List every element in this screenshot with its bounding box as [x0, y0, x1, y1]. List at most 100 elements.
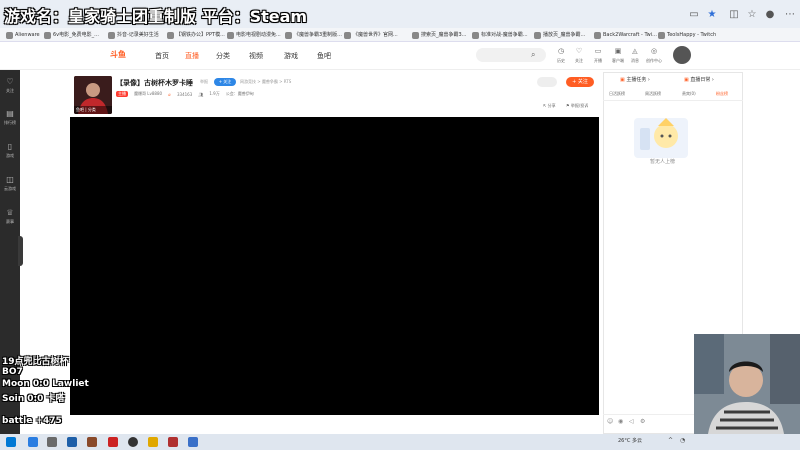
bookmark[interactable]: 搜索页_魔兽争霸3... [412, 29, 466, 41]
bookmark-icon [344, 31, 351, 39]
bookmark[interactable]: Alienware [6, 29, 40, 41]
bookmark[interactable]: 播放页_魔兽争霸... [534, 29, 585, 41]
bookmark[interactable]: 【钢铁办公】PPT模... [167, 29, 225, 41]
windows-start-icon[interactable] [6, 437, 16, 447]
tab-fans[interactable]: 粉丝榜 [716, 91, 728, 97]
bookmark[interactable]: 6v电影_免费电影_... [44, 29, 99, 41]
obs-taskbar-icon[interactable] [128, 437, 138, 447]
user-avatar[interactable] [673, 46, 691, 64]
folder-taskbar-icon[interactable] [148, 437, 158, 447]
sidebar-collapse-handle[interactable] [18, 236, 23, 266]
mouse-icon: ▯ [7, 142, 13, 151]
screen: ▭ ★ ◫ ☆ ● ⋯ 游戏名：皇家骑士团重制版 平台：Steam Alienw… [0, 0, 800, 450]
chat-taskbar-icon[interactable] [188, 437, 198, 447]
fire-icon: 🔥︎ [168, 91, 171, 97]
tray-chevron-icon[interactable]: ^ [668, 437, 673, 444]
gift-icon[interactable]: ▣ [611, 47, 625, 55]
tab-strip-icon[interactable]: ▭ [688, 9, 700, 21]
douyu-logo[interactable]: 斗鱼 [100, 47, 136, 63]
daily-live-tab[interactable]: ▣ 直播日常 › [684, 76, 714, 83]
media-taskbar-icon[interactable] [168, 437, 178, 447]
history-icon[interactable]: ◷ [554, 47, 568, 55]
bookmark[interactable]: Back2Warcraft - Twi... [594, 29, 657, 41]
theme-toggle[interactable] [537, 77, 557, 87]
game-taskbar-icon[interactable] [87, 437, 97, 447]
search-icon[interactable]: ⌕ [531, 50, 535, 60]
sidebar-item-cloud-games[interactable]: ◫ 云游戏 [0, 175, 20, 192]
people-icon: 👥︎ [198, 91, 204, 97]
tab-weekly-active[interactable]: 周活跃榜 [645, 91, 661, 97]
report-link[interactable]: 举报 [200, 79, 208, 85]
room-category[interactable]: 网游竞技 > 魔兽争霸 > RTS [240, 79, 291, 85]
sidebar-item-follow[interactable]: ♡ 关注 [0, 77, 20, 94]
bookmark-icon [167, 31, 174, 39]
video-player[interactable] [70, 117, 599, 415]
sidebar-item-games[interactable]: ▯ 游戏 [0, 142, 20, 159]
follow-icon[interactable]: ♡ [572, 47, 586, 55]
follower-count: 1.9万 [209, 91, 220, 96]
star-icon[interactable]: ★ [706, 9, 718, 21]
bulb-icon[interactable]: ◎ [647, 47, 661, 55]
settings-icon[interactable]: ⚙ [640, 418, 645, 425]
share-button[interactable]: ⇱ 分享 [543, 103, 556, 109]
bookmark-icon [412, 31, 419, 39]
profile-icon[interactable]: ● [764, 9, 776, 21]
anchor-avatar[interactable]: 鱼吧 | 分类 [74, 76, 112, 114]
fan-badge-icon[interactable]: ◉ [618, 418, 623, 425]
tab-vip[interactable]: 贵宾(0) [682, 91, 696, 97]
tab-daily-active[interactable]: 日活跃榜 [609, 91, 625, 97]
nav-home[interactable]: 首页 [155, 51, 169, 61]
network-icon[interactable]: ◔ [680, 437, 685, 444]
overlay-line: Soin 0:0 卡嗒 [2, 394, 65, 404]
nav-category[interactable]: 分类 [216, 51, 230, 61]
bookmark-icon [285, 31, 292, 39]
sidebar-item-rank[interactable]: ▤ 排行榜 [0, 109, 20, 126]
app-taskbar-icon[interactable] [108, 437, 118, 447]
bookmark[interactable]: 电影电视剧动漫免... [227, 29, 281, 41]
bookmark-icon [534, 31, 541, 39]
trophy-icon: ♕ [6, 208, 14, 217]
anchor-task-tab[interactable]: ▣ 主播任务 › [620, 76, 650, 83]
nav-video[interactable]: 视频 [249, 51, 263, 61]
header-label: 历史 [557, 58, 565, 63]
weather-widget[interactable]: 26°C 多云 [618, 437, 642, 444]
overlay-line: BO7 [2, 367, 23, 377]
bookmark[interactable]: 《魔兽争霸3重制版... [285, 29, 342, 41]
rank-icon: ▤ [6, 109, 14, 118]
header-label: 消息 [631, 58, 639, 63]
bell-icon[interactable]: ◬ [628, 47, 642, 55]
split-screen-icon[interactable]: ◫ [728, 9, 740, 21]
nav-live[interactable]: 直播 [185, 51, 199, 61]
edge-taskbar-icon[interactable] [28, 437, 38, 447]
task-view-icon[interactable] [47, 437, 57, 447]
anchor-name[interactable]: 魔爆哥 Lv8880 [134, 91, 162, 97]
nav-fishbar[interactable]: 鱼吧 [317, 51, 331, 61]
task-icon: ▣ [620, 77, 625, 83]
overlay-line: Moon 0:0 Lawliet [2, 379, 89, 389]
favorites-icon[interactable]: ☆ [746, 9, 758, 21]
report-button[interactable]: ⚑ 举报/投诉 [566, 103, 588, 109]
emoji-icon[interactable]: ☺ [607, 418, 613, 425]
bookmark[interactable]: 标准对战-魔兽争霸... [472, 29, 528, 41]
bookmark-icon [594, 31, 601, 39]
overlay-line: 19点兜比古树杯 [2, 357, 69, 367]
facecam-image [694, 334, 800, 434]
room-title: 【录像】古树杯木罗卡睡 [116, 79, 193, 87]
bookmark[interactable]: TeoIsHappy - Twitch [658, 29, 716, 41]
browser-taskbar-icon[interactable] [67, 437, 77, 447]
live-icon[interactable]: ▭ [591, 47, 605, 55]
gamepad-icon: ◫ [6, 175, 14, 184]
avatar-caption: 鱼吧 | 分类 [76, 107, 96, 112]
nav-games[interactable]: 游戏 [284, 51, 298, 61]
follow-button[interactable]: + 关注 [566, 77, 594, 87]
follow-mini-button[interactable]: + 关注 [214, 78, 236, 86]
guild[interactable]: 公会：魔兽伊甸 [226, 91, 254, 97]
bookmark-icon [227, 31, 234, 39]
search-input[interactable] [476, 48, 546, 62]
bookmark[interactable]: 《魔兽世界》官网... [344, 29, 398, 41]
horn-icon[interactable]: ◁ [629, 418, 634, 425]
sidebar-item-events[interactable]: ♕ 赛事 [0, 208, 20, 225]
header-label: 开播 [594, 58, 602, 63]
more-icon[interactable]: ⋯ [784, 9, 796, 21]
bookmark[interactable]: 抖音-记录美好生活 [108, 29, 159, 41]
